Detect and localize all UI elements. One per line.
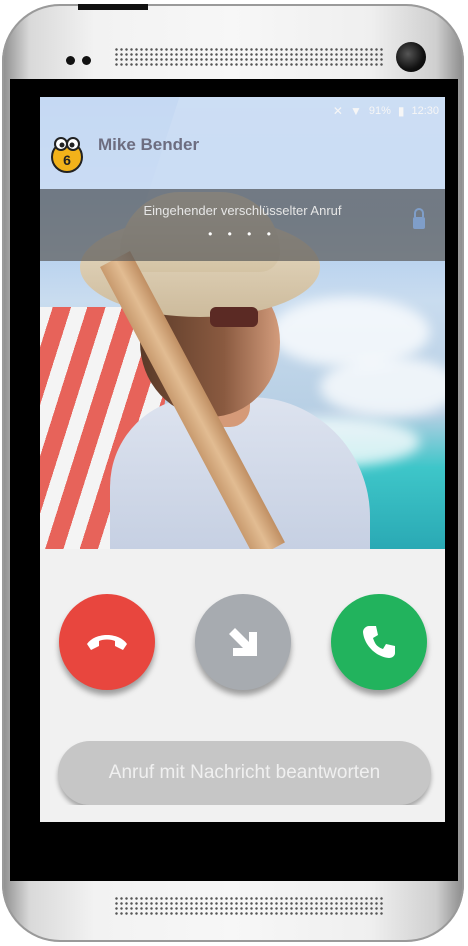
sensor-dots (66, 52, 100, 65)
front-camera (396, 42, 426, 72)
redirect-call-button[interactable] (195, 594, 291, 690)
caller-header: ✕ ▼ 91% ▮ 12:30 6 Mike Bender (40, 97, 445, 189)
reply-with-message-button[interactable]: Anruf mit Nachricht beantworten (58, 741, 431, 805)
accept-call-button[interactable] (331, 594, 427, 690)
wifi-icon: ▼ (349, 104, 362, 118)
arrow-down-right-icon (229, 628, 257, 656)
top-speaker-grille (114, 47, 384, 67)
incoming-call-screen: ✕ ▼ 91% ▮ 12:30 6 Mike Bender Eingehende… (40, 97, 445, 822)
clock: 12:30 (411, 105, 439, 117)
phone-icon (363, 626, 395, 658)
decline-call-button[interactable] (59, 594, 155, 690)
caller-name: Mike Bender (98, 135, 200, 154)
lock-icon (413, 208, 425, 229)
top-edge-detail (78, 4, 148, 10)
status-bar: ✕ ▼ 91% ▮ 12:30 (333, 103, 439, 119)
battery-icon: ▮ (397, 104, 405, 118)
app-mascot-icon: 6 (51, 137, 83, 173)
call-status-banner: Eingehender verschlüsselter Anruf • • • … (40, 189, 445, 261)
battery-level: 91% (368, 105, 391, 117)
bottom-speaker-grille (114, 896, 384, 916)
svg-text:6: 6 (63, 152, 71, 168)
screen-bottom-area (40, 805, 445, 822)
progress-dots: • • • • (208, 227, 277, 241)
call-status-text: Eingehender verschlüsselter Anruf (143, 203, 342, 218)
phone-hangup-icon (87, 635, 127, 650)
mute-icon: ✕ (332, 104, 343, 118)
